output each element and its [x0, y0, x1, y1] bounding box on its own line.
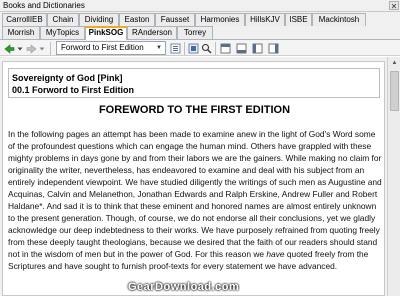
close-button[interactable]: ✕ — [389, 1, 399, 11]
section-select-value: Forword to First Edition — [61, 43, 144, 52]
bookmark-icon[interactable] — [187, 42, 199, 55]
tab-row-2: Morrish MyTopics PinkSOG RAnderson Torre… — [0, 26, 400, 40]
tab-harmonies[interactable]: Harmonies — [195, 13, 245, 26]
forward-icon[interactable] — [25, 42, 37, 55]
toolbar-separator — [184, 42, 185, 55]
content-area: Sovereignty of God [Pink] 00.1 Forword t… — [0, 57, 400, 296]
back-dropdown-icon[interactable] — [16, 42, 23, 55]
tab-torrey[interactable]: Torrey — [177, 26, 213, 39]
document-header: Sovereignty of God [Pink] 00.1 Forword t… — [8, 68, 380, 98]
tab-dividing[interactable]: Dividing — [79, 13, 119, 26]
list-icon[interactable] — [169, 42, 181, 55]
tab-row-1: CarrollIEB Chain Dividing Easton Fausset… — [0, 13, 400, 26]
body-text: In the following pages an attempt has be… — [8, 129, 382, 259]
print-icon[interactable] — [235, 42, 247, 55]
toolbar-separator — [50, 42, 51, 55]
title-bar: Books and Dictionaries ✕ — [0, 0, 400, 12]
watermark-text: GearDownload.com — [128, 281, 240, 293]
toolbar-separator — [215, 42, 216, 55]
body-italic: have — [266, 249, 285, 259]
chevron-down-icon: ▼ — [156, 45, 162, 51]
tab-easton[interactable]: Easton — [119, 13, 155, 26]
tab-carrollieb[interactable]: CarrollIEB — [2, 13, 47, 26]
tab-chain[interactable]: Chain — [47, 13, 79, 26]
document-page: Sovereignty of God [Pink] 00.1 Forword t… — [2, 61, 385, 296]
tab-isbe[interactable]: ISBE — [285, 13, 312, 26]
copy-icon[interactable] — [219, 42, 231, 55]
section-select[interactable]: Forword to First Edition ▼ — [56, 41, 166, 55]
document-body: In the following pages an attempt has be… — [8, 128, 382, 272]
help-icon[interactable] — [267, 42, 279, 55]
back-icon[interactable] — [3, 42, 15, 55]
settings-icon[interactable] — [251, 42, 263, 55]
document-heading: FOREWORD TO THE FIRST EDITION — [98, 104, 291, 116]
scroll-up-icon[interactable]: ▲ — [389, 58, 400, 69]
tab-mackintosh[interactable]: Mackintosh — [312, 13, 366, 26]
search-icon[interactable] — [200, 42, 212, 55]
tab-pinksog[interactable]: PinkSOG — [85, 26, 127, 40]
tab-hillskjv[interactable]: HillsKJV — [245, 13, 285, 26]
toolbar: Forword to First Edition ▼ — [0, 39, 400, 56]
section-title: 00.1 Forword to First Edition — [12, 85, 135, 95]
tab-morrish[interactable]: Morrish — [2, 26, 40, 39]
tab-randerson[interactable]: RAnderson — [127, 26, 177, 39]
scroll-thumb[interactable] — [390, 71, 399, 111]
vertical-scrollbar[interactable]: ▲ — [387, 57, 400, 296]
forward-dropdown-icon[interactable] — [38, 42, 45, 55]
tab-fausset[interactable]: Fausset — [155, 13, 195, 26]
window-title: Books and Dictionaries — [3, 1, 85, 10]
book-title: Sovereignty of God [Pink] — [12, 73, 123, 83]
tab-mytopics[interactable]: MyTopics — [40, 26, 85, 39]
